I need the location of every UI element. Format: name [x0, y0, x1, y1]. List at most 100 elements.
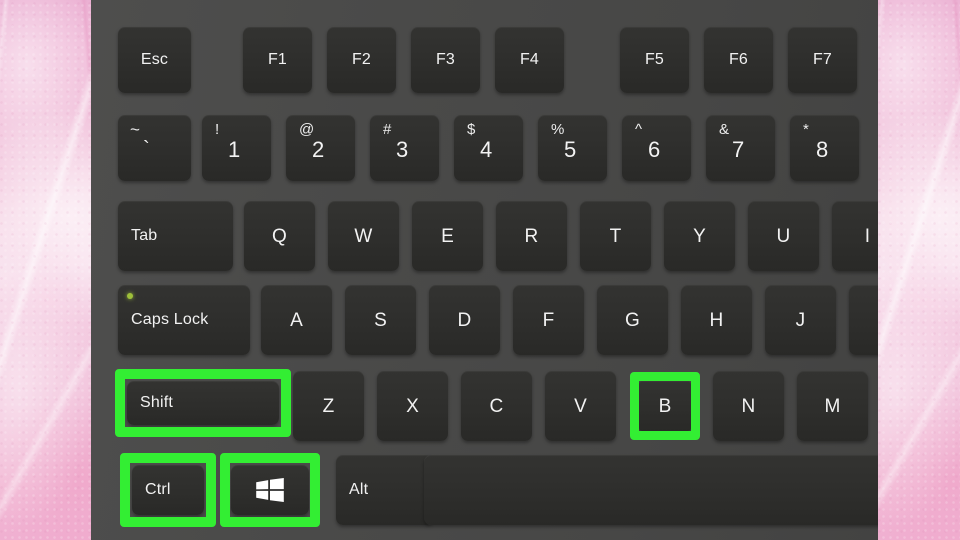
- shift-key[interactable]: Shift: [127, 381, 279, 425]
- background-marble-left: [0, 0, 91, 540]
- f-key-label: F: [542, 309, 555, 331]
- five-key-digit: 5: [564, 137, 577, 162]
- w-key-label: W: [354, 225, 373, 247]
- six-key-symbol: ^: [635, 121, 643, 138]
- f4-key[interactable]: F4: [495, 27, 564, 93]
- f-key[interactable]: F: [513, 285, 584, 355]
- t-key[interactable]: T: [580, 201, 651, 271]
- seven-key[interactable]: & 7: [706, 115, 775, 181]
- windows-key[interactable]: [231, 465, 309, 515]
- h-key[interactable]: H: [681, 285, 752, 355]
- ctrl-key[interactable]: Ctrl: [132, 465, 204, 515]
- n-key[interactable]: N: [713, 371, 784, 441]
- f3-key[interactable]: F3: [411, 27, 480, 93]
- x-key-label: X: [406, 395, 419, 417]
- y-key[interactable]: Y: [664, 201, 735, 271]
- three-key-symbol: #: [383, 121, 392, 138]
- h-key-label: H: [709, 309, 724, 331]
- f7-key-label: F7: [812, 51, 833, 68]
- c-key[interactable]: C: [461, 371, 532, 441]
- tab-key[interactable]: Tab: [118, 201, 233, 271]
- f7-key[interactable]: F7: [788, 27, 857, 93]
- backtick-key-symbol: ~: [130, 120, 141, 139]
- shift-key-label: Shift: [140, 394, 174, 411]
- z-key-label: Z: [322, 395, 335, 417]
- four-key[interactable]: $ 4: [454, 115, 523, 181]
- one-key[interactable]: ! 1: [202, 115, 271, 181]
- q-key[interactable]: Q: [244, 201, 315, 271]
- r-key-label: R: [524, 225, 539, 247]
- esc-key[interactable]: Esc: [118, 27, 191, 93]
- c-key-label: C: [489, 395, 504, 417]
- screenshot-canvas: Esc F1 F2 F3 F4 F5 F6 F7 ~ ` ! 1 @ 2 # 3…: [0, 0, 960, 540]
- eight-key[interactable]: * 8: [790, 115, 859, 181]
- u-key-label: U: [776, 225, 791, 247]
- m-key[interactable]: M: [797, 371, 868, 441]
- f2-key[interactable]: F2: [327, 27, 396, 93]
- caps-lock-led-icon: [127, 293, 133, 299]
- t-key-label: T: [609, 225, 622, 247]
- e-key-label: E: [441, 225, 454, 247]
- two-key-symbol: @: [299, 121, 315, 138]
- esc-key-label: Esc: [140, 51, 169, 68]
- v-key-label: V: [574, 395, 587, 417]
- f1-key-label: F1: [267, 51, 288, 68]
- v-key[interactable]: V: [545, 371, 616, 441]
- ctrl-key-label: Ctrl: [145, 481, 171, 498]
- d-key-label: D: [457, 309, 472, 331]
- k-key[interactable]: [849, 285, 878, 355]
- x-key[interactable]: X: [377, 371, 448, 441]
- g-key-label: G: [625, 309, 640, 331]
- n-key-label: N: [741, 395, 756, 417]
- space-key[interactable]: [424, 455, 878, 525]
- eight-key-symbol: *: [803, 121, 810, 138]
- b-key[interactable]: B: [639, 381, 691, 431]
- three-key[interactable]: # 3: [370, 115, 439, 181]
- z-key[interactable]: Z: [293, 371, 364, 441]
- alt-key-label: Alt: [349, 481, 369, 498]
- one-key-symbol: !: [215, 121, 220, 138]
- g-key[interactable]: G: [597, 285, 668, 355]
- d-key[interactable]: D: [429, 285, 500, 355]
- m-key-label: M: [824, 395, 841, 417]
- u-key[interactable]: U: [748, 201, 819, 271]
- caps-lock-key[interactable]: Caps Lock: [118, 285, 250, 355]
- backtick-key-digit: `: [143, 138, 150, 160]
- f5-key[interactable]: F5: [620, 27, 689, 93]
- one-key-digit: 1: [228, 137, 241, 162]
- f2-key-label: F2: [351, 51, 372, 68]
- f5-key-label: F5: [644, 51, 665, 68]
- six-key[interactable]: ^ 6: [622, 115, 691, 181]
- q-key-label: Q: [272, 225, 287, 247]
- four-key-digit: 4: [480, 137, 493, 162]
- caps-lock-key-label: Caps Lock: [131, 311, 209, 328]
- f4-key-label: F4: [519, 51, 540, 68]
- eight-key-digit: 8: [816, 137, 829, 162]
- windows-logo-icon: [255, 478, 285, 502]
- five-key-symbol: %: [551, 121, 565, 138]
- j-key[interactable]: J: [765, 285, 836, 355]
- s-key[interactable]: S: [345, 285, 416, 355]
- background-marble-right: [878, 0, 960, 540]
- two-key[interactable]: @ 2: [286, 115, 355, 181]
- seven-key-digit: 7: [732, 137, 745, 162]
- backtick-key[interactable]: ~ `: [118, 115, 191, 181]
- i-key-label: I: [864, 225, 871, 247]
- alt-key[interactable]: Alt: [336, 455, 433, 525]
- r-key[interactable]: R: [496, 201, 567, 271]
- w-key[interactable]: W: [328, 201, 399, 271]
- f6-key[interactable]: F6: [704, 27, 773, 93]
- f6-key-label: F6: [728, 51, 749, 68]
- f1-key[interactable]: F1: [243, 27, 312, 93]
- e-key[interactable]: E: [412, 201, 483, 271]
- two-key-digit: 2: [312, 137, 325, 162]
- a-key-label: A: [290, 309, 303, 331]
- b-key-label: B: [658, 395, 672, 417]
- five-key[interactable]: % 5: [538, 115, 607, 181]
- three-key-digit: 3: [396, 137, 409, 162]
- six-key-digit: 6: [648, 137, 661, 162]
- i-key[interactable]: I: [832, 201, 878, 271]
- s-key-label: S: [374, 309, 387, 331]
- j-key-label: J: [795, 309, 806, 331]
- a-key[interactable]: A: [261, 285, 332, 355]
